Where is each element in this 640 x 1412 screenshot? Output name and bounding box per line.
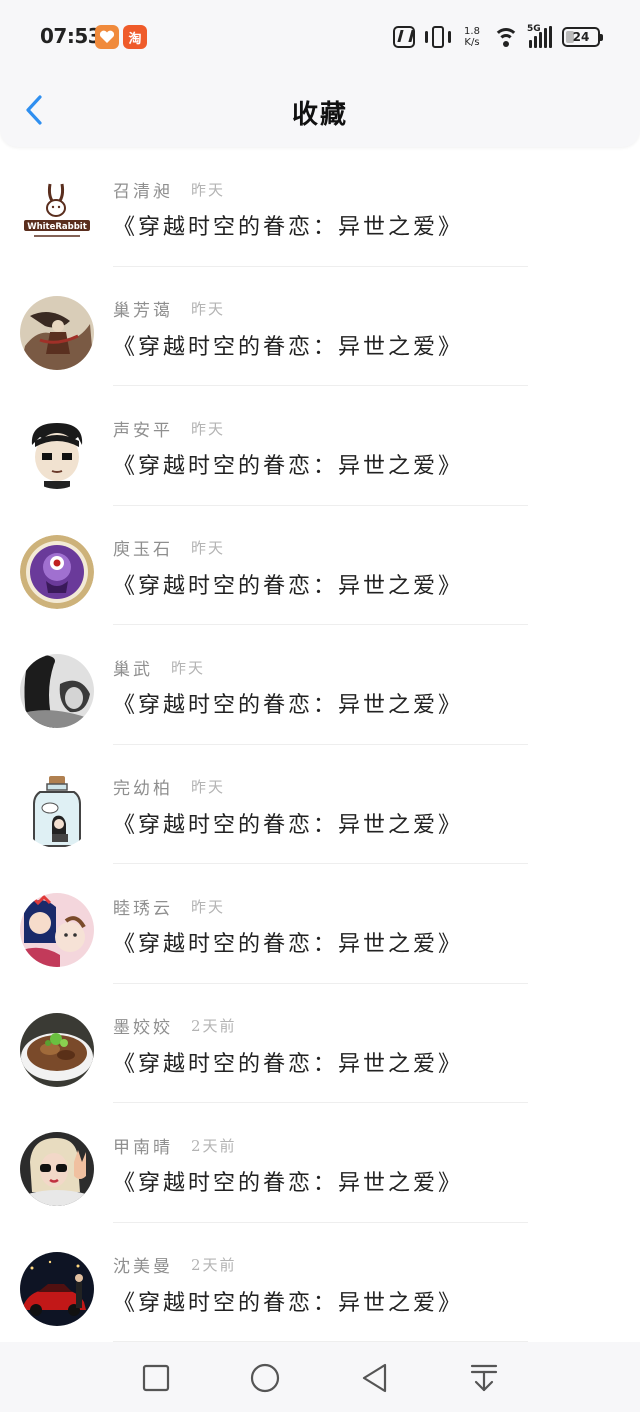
svg-text:WhiteRabbit: WhiteRabbit (27, 222, 87, 232)
timestamp: 2天前 (191, 1136, 237, 1155)
book-title[interactable]: 《穿越时空的眷恋：异世之爱》 (113, 448, 463, 480)
favorites-list: WhiteRabbit 召清昶 昨天 《穿越时空的眷恋：异世之爱》 巢芳蔼 昨天 (0, 147, 640, 1342)
white-rabbit-logo-icon: WhiteRabbit (20, 176, 94, 250)
timestamp: 昨天 (191, 419, 226, 438)
book-title[interactable]: 《穿越时空的眷恋：异世之爱》 (113, 926, 463, 958)
triangle-back-icon (362, 1363, 387, 1393)
user-name: 甲南晴 (113, 1137, 173, 1158)
red-car-night-icon (20, 1251, 94, 1326)
avatar (20, 1012, 94, 1087)
avatar (20, 1132, 94, 1206)
avatar (20, 295, 94, 370)
avatar: WhiteRabbit (20, 176, 94, 250)
top-area: 07:53 淘 1.8 K/s 5G 24 收藏 (0, 0, 640, 147)
book-title[interactable]: 《穿越时空的眷恋：异世之爱》 (113, 568, 463, 600)
item-meta: 沈美曼 2天前 (113, 1253, 237, 1277)
cell-signal-icon: 5G (527, 24, 552, 48)
taobao-icon: 淘 (123, 25, 147, 49)
battery-icon: 24 (562, 27, 603, 47)
avatar (20, 1251, 94, 1326)
vibrate-icon (425, 26, 451, 48)
user-name: 墨姣姣 (113, 1018, 173, 1038)
timestamp: 昨天 (191, 778, 226, 796)
timestamp: 昨天 (191, 539, 226, 557)
page-title: 收藏 (291, 100, 348, 130)
list-item[interactable]: 甲南晴 2天前 《穿越时空的眷恋：异世之爱》 (0, 1103, 640, 1223)
timestamp: 昨天 (191, 897, 226, 916)
timestamp: 昨天 (191, 300, 226, 318)
user-name: 完幼柏 (113, 779, 173, 799)
user-name: 沈美曼 (113, 1257, 173, 1277)
list-item[interactable]: 睦琇云 昨天 《穿越时空的眷恋：异世之爱》 (0, 864, 640, 984)
wifi-icon (493, 26, 519, 48)
book-title[interactable]: 《穿越时空的眷恋：异世之爱》 (113, 329, 463, 361)
girl-in-bottle-icon (20, 773, 94, 848)
timestamp: 2天前 (191, 1017, 237, 1035)
user-name: 巢芳蔼 (113, 301, 173, 321)
home-button[interactable] (248, 1361, 282, 1395)
notification-pull-button[interactable] (467, 1361, 501, 1395)
book-title[interactable]: 《穿越时空的眷恋：异世之爱》 (113, 1165, 463, 1197)
book-title[interactable]: 《穿越时空的眷恋：异世之爱》 (113, 1285, 463, 1317)
timestamp: 2天前 (191, 1256, 237, 1274)
timestamp: 昨天 (171, 658, 206, 677)
item-meta: 完幼柏 昨天 (113, 775, 225, 799)
list-item[interactable]: 庾玉石 昨天 《穿越时空的眷恋：异世之爱》 (0, 506, 640, 625)
book-title[interactable]: 《穿越时空的眷恋：异世之爱》 (113, 1046, 463, 1078)
avatar (20, 893, 94, 967)
food-bowl-icon (20, 1012, 94, 1087)
avatar (20, 654, 94, 728)
network-speed-value: 1.8 (464, 26, 480, 37)
item-meta: 巢芳蔼 昨天 (113, 297, 225, 321)
timestamp: 昨天 (191, 180, 226, 199)
user-name: 巢武 (113, 659, 153, 680)
nav-bar: 收藏 (0, 72, 640, 147)
item-meta: 庾玉石 昨天 (113, 536, 225, 560)
network-speed: 1.8 K/s (461, 26, 483, 48)
avatar (20, 534, 94, 609)
black-white-portrait-icon (20, 654, 94, 728)
status-bar: 07:53 淘 1.8 K/s 5G 24 (0, 0, 640, 72)
item-meta: 墨姣姣 2天前 (113, 1014, 237, 1038)
user-name: 睦琇云 (113, 898, 173, 919)
item-meta: 召清昶 昨天 (113, 177, 226, 202)
book-title[interactable]: 《穿越时空的眷恋：异世之爱》 (113, 687, 463, 719)
purple-monster-badge-icon (20, 534, 94, 609)
book-title[interactable]: 《穿越时空的眷恋：异世之爱》 (113, 807, 463, 839)
cartoon-boy-face-icon (20, 415, 94, 489)
item-meta: 甲南晴 2天前 (113, 1133, 237, 1158)
list-item[interactable]: 墨姣姣 2天前 《穿越时空的眷恋：异世之爱》 (0, 984, 640, 1103)
nfc-icon (393, 26, 415, 48)
network-speed-unit: K/s (464, 37, 480, 48)
user-name: 庾玉石 (113, 540, 173, 560)
list-item[interactable]: 巢芳蔼 昨天 《穿越时空的眷恋：异世之爱》 (0, 267, 640, 386)
list-item[interactable]: 完幼柏 昨天 《穿越时空的眷恋：异世之爱》 (0, 745, 640, 864)
list-item[interactable]: WhiteRabbit 召清昶 昨天 《穿越时空的眷恋：异世之爱》 (0, 147, 640, 267)
book-title[interactable]: 《穿越时空的眷恋：异世之爱》 (113, 209, 463, 241)
avatar (20, 773, 94, 848)
status-indicators: 1.8 K/s 5G 24 (393, 22, 603, 52)
item-meta: 睦琇云 昨天 (113, 894, 226, 919)
back-nav-button[interactable] (358, 1361, 392, 1395)
item-meta: 巢武 昨天 (113, 655, 206, 680)
circle-icon (250, 1363, 280, 1393)
avatar (20, 415, 94, 489)
list-item[interactable]: 沈美曼 2天前 《穿越时空的眷恋：异世之爱》 (0, 1223, 640, 1342)
heart-app-icon (95, 25, 119, 49)
list-item[interactable]: 声安平 昨天 《穿越时空的眷恋：异世之爱》 (0, 386, 640, 506)
system-nav-bar (0, 1342, 640, 1412)
square-icon (142, 1364, 170, 1392)
item-meta: 声安平 昨天 (113, 416, 226, 441)
ink-painting-figure-icon (20, 295, 94, 370)
battery-level: 24 (572, 30, 590, 44)
selfie-with-child-icon (20, 893, 94, 967)
pull-down-icon (470, 1364, 498, 1392)
status-time: 07:53 (40, 24, 102, 48)
user-name: 召清昶 (113, 181, 173, 202)
blonde-woman-glasses-icon (20, 1132, 94, 1206)
network-type: 5G (527, 24, 541, 34)
user-name: 声安平 (113, 420, 173, 441)
recent-apps-button[interactable] (139, 1361, 173, 1395)
list-item[interactable]: 巢武 昨天 《穿越时空的眷恋：异世之爱》 (0, 625, 640, 745)
